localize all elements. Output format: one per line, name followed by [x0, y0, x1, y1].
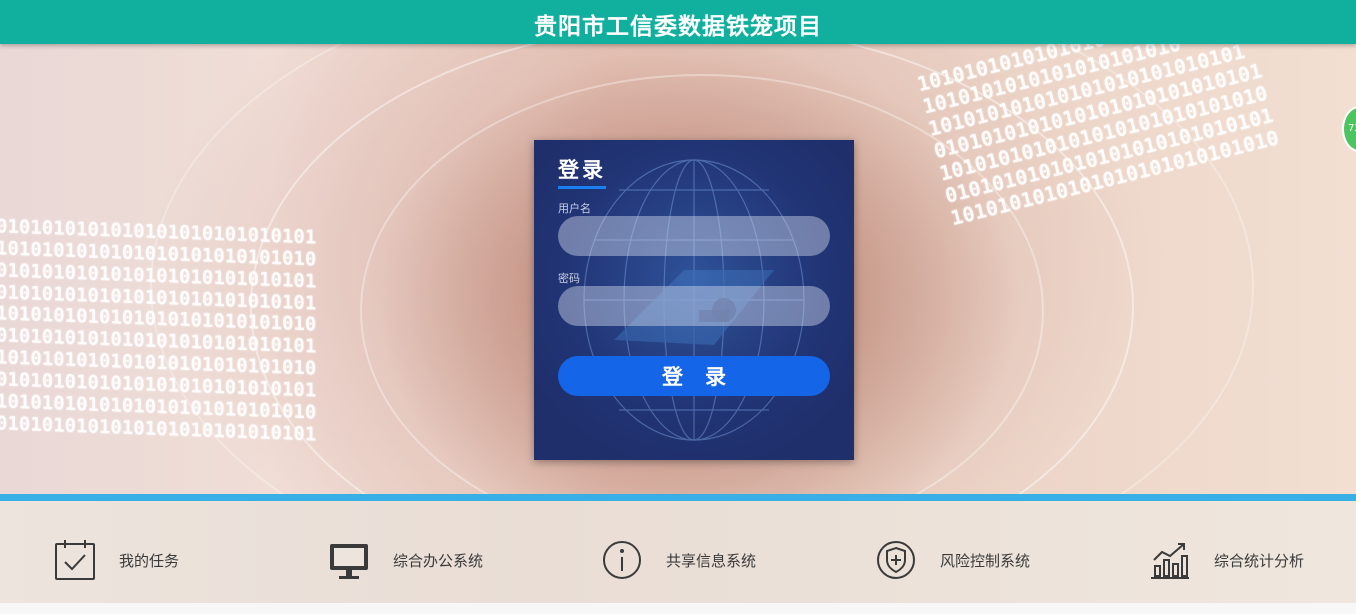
- nav-label: 综合办公系统: [393, 551, 484, 570]
- login-button[interactable]: 登录: [558, 356, 830, 396]
- footer-strip: [0, 603, 1356, 614]
- info-circle-icon: [603, 541, 641, 579]
- top-header: 贵阳市工信委数据铁笼项目: [0, 0, 1356, 44]
- nav-label: 综合统计分析: [1214, 551, 1305, 570]
- page-title: 贵阳市工信委数据铁笼项目: [534, 14, 822, 40]
- nav-item-info-sharing[interactable]: 共享信息系统: [600, 537, 756, 583]
- shield-badge-icon: [877, 541, 915, 579]
- monitor-icon: [330, 544, 368, 579]
- nav-label: 我的任务: [119, 551, 180, 570]
- bar-chart-trend-icon: [1151, 543, 1189, 579]
- binary-stream-left: 0101010101010101010101010101 101010101010…: [0, 215, 316, 446]
- login-panel: 登录 用户名 密码 登录: [534, 140, 854, 460]
- bottom-nav: 我的任务 综合办公系统 共享信息系统 风险控制系统 综合统计分析: [0, 501, 1356, 603]
- section-divider: [0, 494, 1356, 501]
- calendar-check-icon: [55, 540, 95, 580]
- nav-label: 风险控制系统: [940, 551, 1031, 570]
- nav-item-statistics[interactable]: 综合统计分析: [1148, 537, 1304, 583]
- nav-label: 共享信息系统: [666, 551, 757, 570]
- password-input[interactable]: [558, 286, 830, 326]
- nav-item-office-system[interactable]: 综合办公系统: [327, 537, 483, 583]
- login-title: 登录: [558, 154, 606, 189]
- username-label: 用户名: [558, 202, 591, 215]
- password-label: 密码: [558, 272, 580, 285]
- username-input[interactable]: [558, 216, 830, 256]
- nav-item-risk-control[interactable]: 风险控制系统: [874, 537, 1030, 583]
- nav-item-my-tasks[interactable]: 我的任务: [53, 537, 179, 583]
